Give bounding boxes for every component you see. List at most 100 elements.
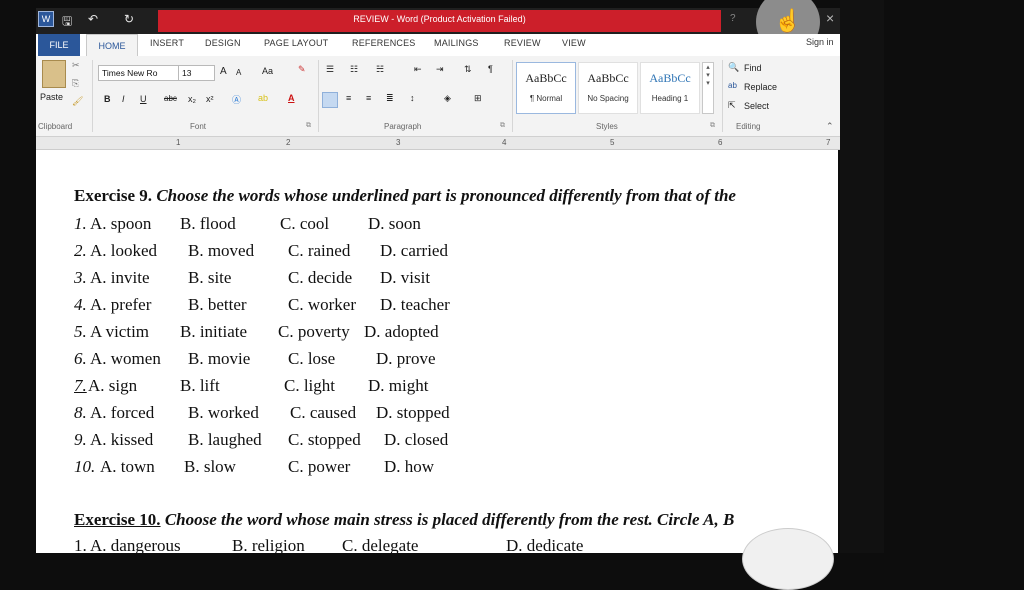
sort-icon[interactable]: ⇅ [464, 64, 472, 75]
question-number: 4. [74, 295, 87, 314]
select-icon[interactable]: ⇱ [728, 100, 736, 111]
right-black-margin [840, 0, 884, 553]
paste-button[interactable]: Paste [40, 92, 63, 102]
paste-icon[interactable] [42, 60, 66, 88]
option-a: A victim [90, 322, 150, 341]
font-name-box[interactable]: Times New Ro [98, 65, 179, 81]
italic-icon[interactable]: I [122, 94, 125, 104]
multilevel-list-icon[interactable]: ☵ [376, 64, 384, 75]
replace-icon[interactable]: ab [728, 81, 737, 90]
tab-mailings[interactable]: MAILINGS [434, 38, 479, 48]
option-a: A. spoon [90, 214, 152, 233]
option-a: A. town [100, 457, 155, 476]
collapse-ribbon-icon[interactable]: ⌃ [826, 121, 834, 132]
cut-icon[interactable]: ✂ [72, 60, 80, 71]
increase-indent-icon[interactable]: ⇥ [436, 64, 444, 75]
bullets-icon[interactable]: ☰ [326, 64, 334, 75]
font-color-icon[interactable]: A [288, 93, 295, 103]
tab-insert[interactable]: INSERT [150, 38, 184, 48]
styles-group-label: Styles [596, 122, 618, 131]
borders-icon[interactable]: ⊞ [474, 93, 482, 104]
copy-icon[interactable]: ⎘ [72, 78, 79, 89]
select-button[interactable]: Select [744, 101, 769, 111]
option-a: A. dangerous [90, 536, 181, 555]
paragraph-dialog-launcher-icon[interactable]: ⧉ [500, 122, 505, 130]
clear-formatting-icon[interactable]: ✎ [298, 64, 306, 75]
highlight-icon[interactable]: ab [258, 93, 268, 103]
subscript-icon[interactable]: x₂ [188, 94, 196, 104]
align-left-icon[interactable] [322, 92, 338, 108]
clipboard-group-label: Clipboard [38, 122, 73, 131]
undo-icon[interactable]: ↶ [88, 12, 98, 26]
option-d: D. stopped [376, 403, 450, 422]
sign-in-link[interactable]: Sign in [806, 37, 834, 47]
option-c: C. caused [290, 403, 357, 422]
option-b: B. religion [232, 536, 305, 555]
style-normal-label: ¶ Normal [529, 94, 563, 103]
tab-view[interactable]: VIEW [562, 38, 586, 48]
style-heading-1-sample: AaBbCc [649, 71, 691, 85]
option-a: A. invite [90, 268, 150, 287]
tab-design[interactable]: DESIGN [205, 38, 241, 48]
question-number: 5. [74, 322, 87, 341]
line-spacing-icon[interactable]: ↕ [410, 93, 415, 103]
style-no-spacing[interactable]: AaBbCc No Spacing [578, 62, 638, 114]
ruler-mark: 6 [718, 138, 723, 147]
option-b: B. worked [188, 403, 259, 422]
option-c: C. worker [288, 295, 356, 314]
ruler-mark: 1 [176, 138, 181, 147]
shading-icon[interactable]: ◈ [444, 93, 451, 104]
option-c: C. cool [280, 214, 330, 233]
tab-review[interactable]: REVIEW [504, 38, 541, 48]
help-icon[interactable]: ? [730, 13, 736, 24]
font-size-box[interactable]: 13 [178, 65, 215, 81]
window-title: REVIEW - Word (Product Activation Failed… [353, 14, 526, 24]
superscript-icon[interactable]: x² [206, 94, 214, 104]
align-right-icon[interactable]: ≡ [366, 93, 371, 103]
option-c: C. delegate [342, 536, 419, 555]
bold-icon[interactable]: B [104, 94, 111, 104]
change-case-icon[interactable]: Aa [262, 66, 273, 76]
grow-font-icon[interactable]: A [220, 66, 227, 77]
option-a: A. sign [88, 376, 138, 395]
option-c: C. light [284, 376, 336, 395]
tab-references[interactable]: REFERENCES [352, 38, 416, 48]
tab-home[interactable]: HOME [86, 34, 138, 57]
tab-page-layout[interactable]: PAGE LAYOUT [264, 38, 328, 48]
show-formatting-icon[interactable]: ¶ [488, 64, 493, 74]
redo-icon[interactable]: ↻ [124, 12, 134, 26]
exercise-9-instructions: Choose the words whose underlined part i… [152, 186, 736, 205]
find-button[interactable]: Find [744, 63, 762, 73]
option-b: B. moved [188, 241, 255, 260]
word-app-icon: W [38, 11, 54, 27]
ruler-mark: 2 [286, 138, 291, 147]
styles-dialog-launcher-icon[interactable]: ⧉ [710, 122, 715, 130]
option-d: D. visit [380, 268, 431, 287]
justify-icon[interactable]: ≣ [386, 93, 394, 104]
font-dialog-launcher-icon[interactable]: ⧉ [306, 122, 311, 130]
option-a: A. forced [90, 403, 155, 422]
save-icon[interactable]: 🖫 [62, 12, 72, 33]
option-c: C. poverty [278, 322, 350, 341]
option-a: A. kissed [90, 430, 154, 449]
underline-icon[interactable]: U [140, 94, 147, 104]
align-center-icon[interactable]: ≡ [346, 93, 351, 103]
decrease-indent-icon[interactable]: ⇤ [414, 64, 422, 75]
find-icon[interactable]: 🔍 [728, 62, 739, 73]
option-b: B. site [188, 268, 232, 287]
question-number: 6. [74, 349, 87, 368]
option-d: D. soon [368, 214, 421, 233]
replace-button[interactable]: Replace [744, 82, 777, 92]
close-icon[interactable]: × [826, 10, 834, 26]
numbering-icon[interactable]: ☷ [350, 64, 358, 75]
strikethrough-icon[interactable]: abc [164, 94, 177, 103]
shrink-font-icon[interactable]: A [236, 68, 241, 77]
style-heading-1[interactable]: AaBbCc Heading 1 [640, 62, 700, 114]
tab-file[interactable]: FILE [38, 34, 80, 56]
option-b: B. movie [188, 349, 251, 368]
styles-scroll-arrows[interactable]: ▴ ▾ ▾ [702, 62, 714, 114]
style-normal[interactable]: AaBbCc ¶ Normal [516, 62, 576, 114]
option-b: B. initiate [180, 322, 248, 341]
format-painter-icon[interactable]: 🖌 [72, 96, 83, 107]
text-effects-icon[interactable]: Ⓐ [232, 93, 241, 106]
